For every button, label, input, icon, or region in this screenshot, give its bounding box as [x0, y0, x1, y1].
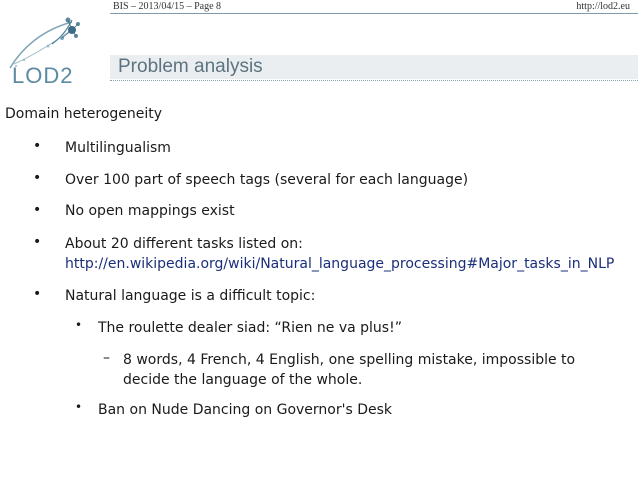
slide: LOD2 BIS – 2013/04/15 – Page 8 http://lo… [0, 0, 638, 479]
header-meta: BIS – 2013/04/15 – Page 8 [113, 1, 222, 12]
bullet-text: About 20 different tasks listed on: [65, 236, 303, 252]
bullet-dot: • [33, 234, 42, 250]
bullet-text: Multilingualism [65, 140, 171, 156]
sub-bullet-text: The roulette dealer siad: “Rien ne va pl… [98, 320, 402, 336]
header-url: http://lod2.eu [576, 1, 630, 12]
bullet-text: No open mappings exist [65, 203, 235, 219]
section-heading: Domain heterogeneity [5, 106, 163, 122]
sub-bullet-dot: • [75, 318, 83, 332]
lod2-logo: LOD2 [9, 17, 80, 88]
sub-bullet-text: Ban on Nude Dancing on Governor's Desk [98, 402, 393, 418]
dash-marker: – [103, 350, 110, 366]
slide-title: Problem analysis [118, 56, 263, 77]
lod2-logo-text: LOD2 [12, 63, 73, 88]
bullet-text: Over 100 part of speech tags (several fo… [65, 172, 469, 188]
detail-text: decide the language of the whole. [123, 372, 363, 388]
sub-bullet-dot: • [75, 400, 83, 414]
bullet-dot: • [33, 202, 42, 218]
header-rule [110, 13, 638, 14]
bullet-dot: • [33, 138, 42, 154]
bullet-dot: • [33, 286, 42, 302]
bullet-dot: • [33, 170, 42, 186]
title-rule [110, 80, 638, 81]
bullet-text: Natural language is a difficult topic: [65, 288, 316, 304]
wikipedia-link[interactable]: http://en.wikipedia.org/wiki/Natural_lan… [65, 256, 638, 272]
detail-text: 8 words, 4 French, 4 English, one spelli… [123, 352, 576, 368]
